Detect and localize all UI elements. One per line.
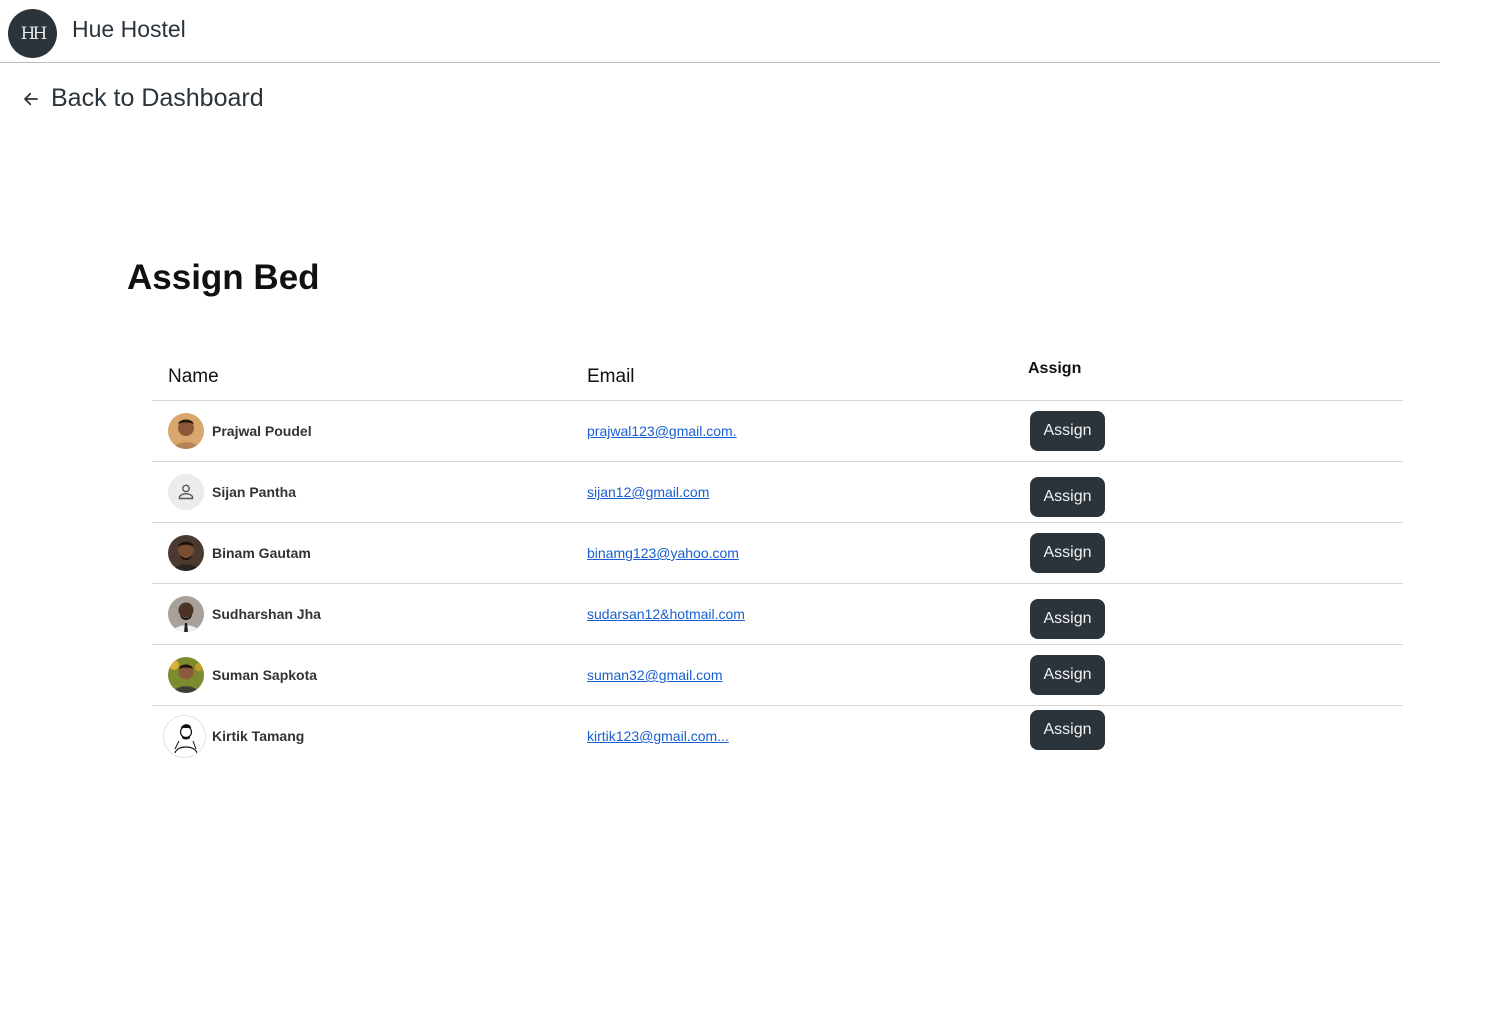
- students-table: Name Email Assign Prajwal Poudel prajwal…: [152, 350, 1403, 766]
- avatar: [163, 715, 206, 758]
- top-bar: HH Hue Hostel: [0, 0, 1440, 63]
- student-name: Prajwal Poudel: [212, 423, 312, 439]
- back-label: Back to Dashboard: [51, 84, 264, 112]
- assign-button[interactable]: Assign: [1030, 411, 1105, 451]
- column-header-name: Name: [168, 366, 219, 387]
- student-name: Binam Gautam: [212, 545, 311, 561]
- avatar: [168, 596, 204, 632]
- assign-button[interactable]: Assign: [1030, 599, 1105, 639]
- table-row: Suman Sapkota suman32@gmail.com Assign: [152, 645, 1403, 706]
- person-icon: [168, 474, 204, 510]
- back-to-dashboard-link[interactable]: Back to Dashboard: [22, 84, 264, 113]
- avatar: [168, 535, 204, 571]
- assign-button[interactable]: Assign: [1030, 477, 1105, 517]
- brand-name: Hue Hostel: [72, 16, 186, 42]
- avatar: [168, 657, 204, 693]
- student-email-link[interactable]: sijan12@gmail.com: [587, 484, 709, 500]
- column-header-email: Email: [587, 366, 635, 387]
- student-email-link[interactable]: binamg123@yahoo.com: [587, 545, 739, 561]
- student-email-link[interactable]: prajwal123@gmail.com.: [587, 423, 737, 439]
- student-name: Suman Sapkota: [212, 667, 318, 683]
- assign-button[interactable]: Assign: [1030, 655, 1105, 695]
- table-row: Sudharshan Jha sudarsan12&hotmail.com As…: [152, 584, 1403, 645]
- avatar: [168, 413, 204, 449]
- student-name: Kirtik Tamang: [212, 728, 305, 744]
- student-name: Sijan Pantha: [212, 484, 297, 500]
- column-header-assign: Assign: [1028, 360, 1082, 377]
- student-name: Sudharshan Jha: [212, 606, 321, 622]
- table-row: Prajwal Poudel prajwal123@gmail.com. Ass…: [152, 401, 1403, 462]
- student-email-link[interactable]: sudarsan12&hotmail.com: [587, 606, 745, 622]
- arrow-left-icon: [24, 92, 38, 105]
- table-row: Sijan Pantha sijan12@gmail.com Assign: [152, 462, 1403, 523]
- student-email-link[interactable]: kirtik123@gmail.com...: [587, 728, 729, 744]
- page-title: Assign Bed: [127, 258, 320, 297]
- table-row: Kirtik Tamang kirtik123@gmail.com... Ass…: [152, 706, 1403, 766]
- student-email-link[interactable]: suman32@gmail.com: [587, 667, 723, 683]
- table-row: Binam Gautam binamg123@yahoo.com Assign: [152, 523, 1403, 584]
- table-header: Name Email Assign: [152, 350, 1403, 401]
- hostel-logo[interactable]: HH: [8, 9, 57, 58]
- avatar: [168, 474, 204, 510]
- assign-button[interactable]: Assign: [1030, 710, 1105, 750]
- assign-button[interactable]: Assign: [1030, 533, 1105, 573]
